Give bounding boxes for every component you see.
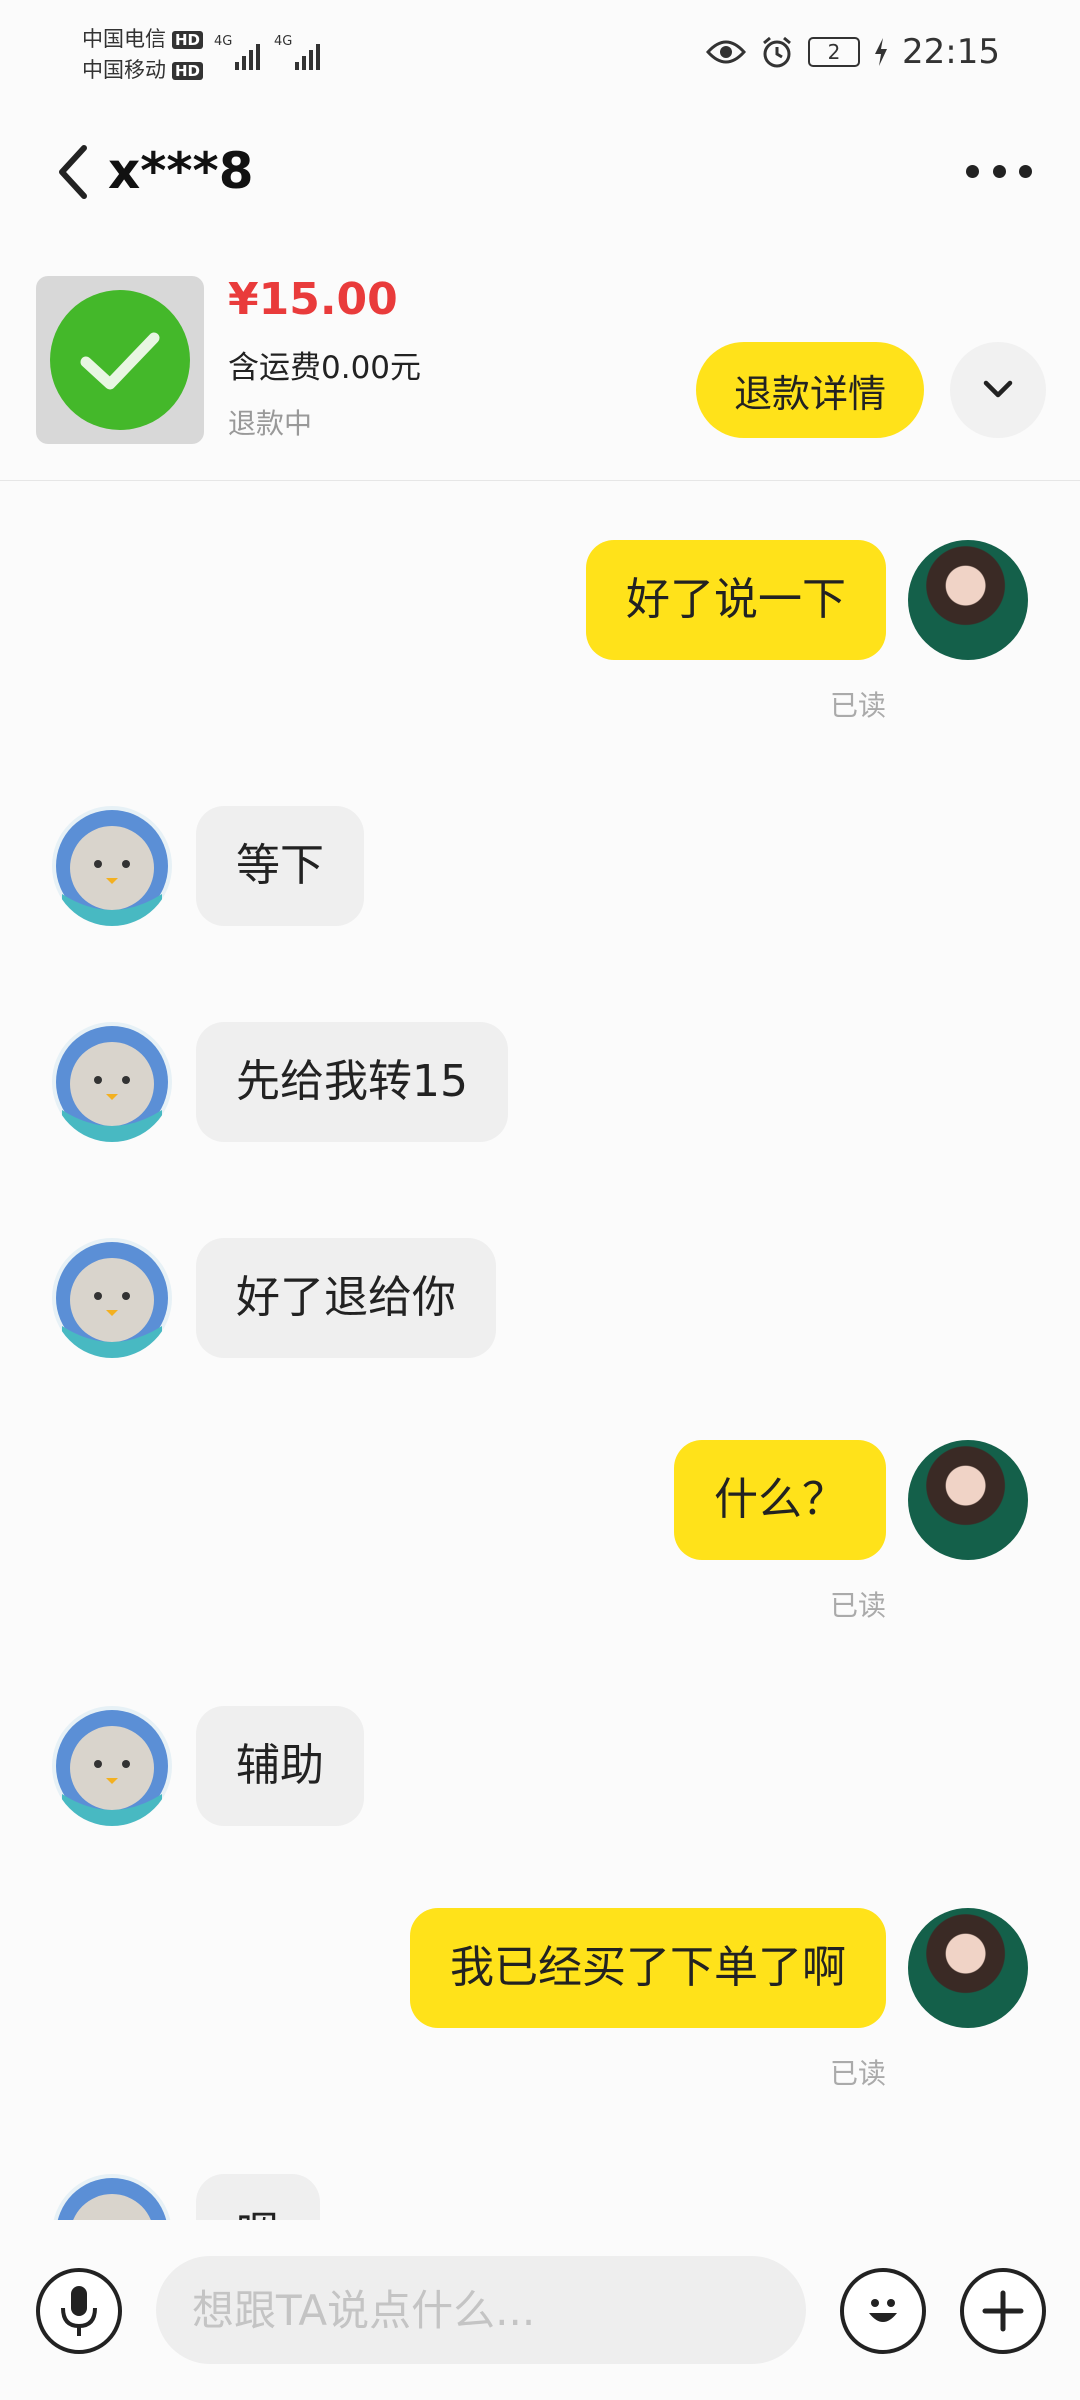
chat-message-sent: 好了说一下 已读 bbox=[0, 540, 1080, 730]
status-right: 2 22:15 bbox=[706, 32, 1000, 72]
back-arrow-icon[interactable] bbox=[52, 142, 92, 202]
chat-header: x***8 bbox=[0, 120, 1080, 230]
chevron-down-icon bbox=[983, 380, 1013, 397]
status-bar: 中国电信 HD 中国移动 HD 4G 4G 2 22:15 bbox=[0, 0, 1080, 110]
refund-status: 退款中 bbox=[228, 407, 313, 440]
message-bubble[interactable]: 先给我转15 bbox=[196, 1022, 508, 1142]
chat-title: x***8 bbox=[108, 142, 254, 200]
network-type-2: 4G bbox=[274, 34, 293, 49]
contact-avatar[interactable] bbox=[52, 1022, 172, 1142]
alarm-icon bbox=[763, 36, 791, 68]
message-bubble[interactable]: 等下 bbox=[196, 806, 364, 926]
chat-list[interactable]: 好了说一下 已读 等下 先给我转15 好了退给你 什么？ 已读 辅助 我已经买了… bbox=[0, 482, 1080, 2220]
signal-icon: 4G bbox=[274, 34, 321, 70]
chat-message-sent: 我已经买了下单了啊 已读 bbox=[0, 1908, 1080, 2098]
contact-avatar[interactable] bbox=[52, 1706, 172, 1826]
carrier-info: 中国电信 HD 中国移动 HD bbox=[82, 24, 204, 86]
collapse-button[interactable] bbox=[950, 342, 1046, 438]
product-card: ¥15.00 含运费0.00元 退款中 退款详情 bbox=[0, 260, 1080, 481]
signal-icon: 4G bbox=[214, 34, 261, 70]
network-type-1: 4G bbox=[214, 34, 233, 49]
message-bubble[interactable]: 什么？ bbox=[674, 1440, 886, 1560]
message-bubble[interactable]: 我已经买了下单了啊 bbox=[410, 1908, 886, 2028]
charging-icon bbox=[875, 38, 888, 66]
chat-message-received: 先给我转15 bbox=[0, 1022, 1080, 1142]
chat-message-received: 辅助 bbox=[0, 1706, 1080, 1826]
message-bubble[interactable]: 好了退给你 bbox=[196, 1238, 496, 1358]
check-circle-icon bbox=[50, 290, 190, 430]
contact-avatar[interactable] bbox=[52, 806, 172, 926]
more-options-icon[interactable] bbox=[966, 160, 1032, 182]
chat-message-sent: 什么？ 已读 bbox=[0, 1440, 1080, 1630]
chat-message-received: 好了退给你 bbox=[0, 1238, 1080, 1358]
message-input[interactable] bbox=[156, 2256, 806, 2364]
read-receipt: 已读 bbox=[829, 689, 886, 722]
plus-icon bbox=[982, 2290, 1024, 2332]
chat-message-received: 等下 bbox=[0, 806, 1080, 926]
read-receipt: 已读 bbox=[829, 1589, 886, 1622]
contact-avatar[interactable] bbox=[52, 1238, 172, 1358]
input-bar bbox=[0, 2220, 1080, 2400]
shipping-fee: 含运费0.00元 bbox=[228, 350, 422, 386]
message-bubble[interactable]: 嗯 bbox=[196, 2174, 320, 2220]
carrier-2: 中国移动 bbox=[82, 58, 166, 82]
microphone-icon bbox=[61, 2286, 97, 2336]
refund-details-button[interactable]: 退款详情 bbox=[696, 342, 924, 438]
contact-avatar[interactable] bbox=[52, 2174, 172, 2220]
battery-icon: 2 bbox=[808, 37, 861, 67]
clock-time: 22:15 bbox=[902, 32, 1000, 72]
message-bubble[interactable]: 好了说一下 bbox=[586, 540, 886, 660]
emoji-button[interactable] bbox=[840, 2268, 926, 2354]
hd-badge: HD bbox=[172, 61, 204, 80]
my-avatar[interactable] bbox=[908, 1440, 1028, 1560]
chat-message-received: 嗯 bbox=[0, 2174, 1080, 2220]
my-avatar[interactable] bbox=[908, 540, 1028, 660]
more-actions-button[interactable] bbox=[960, 2268, 1046, 2354]
voice-button[interactable] bbox=[36, 2268, 122, 2354]
eye-icon bbox=[706, 40, 747, 64]
carrier-1: 中国电信 bbox=[82, 27, 166, 51]
hd-badge: HD bbox=[172, 30, 204, 49]
smiley-icon bbox=[869, 2299, 897, 2322]
message-bubble[interactable]: 辅助 bbox=[196, 1706, 364, 1826]
product-thumbnail[interactable] bbox=[36, 276, 204, 444]
my-avatar[interactable] bbox=[908, 1908, 1028, 2028]
product-price: ¥15.00 bbox=[228, 274, 398, 325]
read-receipt: 已读 bbox=[829, 2057, 886, 2090]
